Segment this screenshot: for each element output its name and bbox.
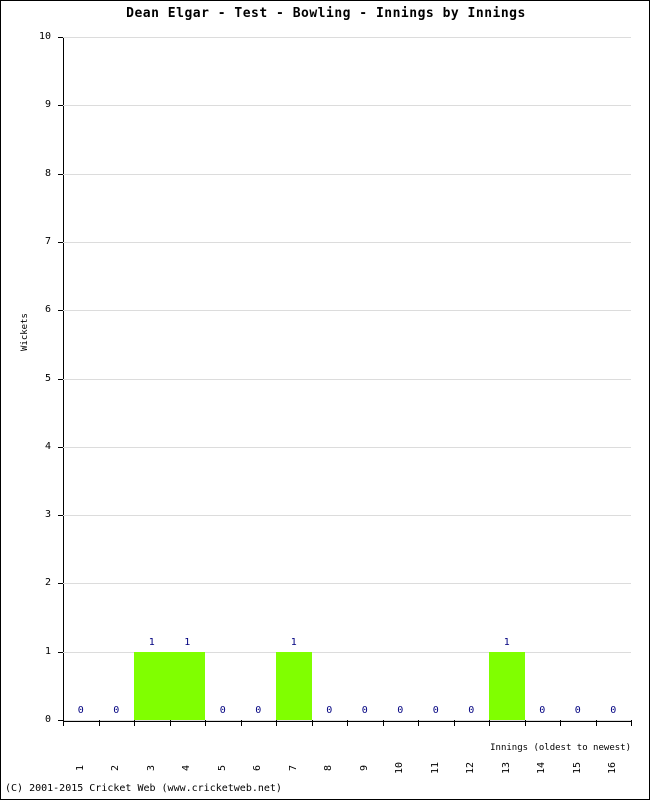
bar-cell[interactable]: 0 xyxy=(454,37,490,720)
x-axis-tick-label: 4 xyxy=(181,764,193,772)
x-axis-tick-mark xyxy=(311,720,313,726)
bar-value-label: 0 xyxy=(432,705,439,716)
footer-copyright: (C) 2001-2015 Cricket Web (www.cricketwe… xyxy=(5,783,282,794)
y-axis-tick-label: 5 xyxy=(44,372,51,384)
x-axis-tick-mark xyxy=(524,720,526,726)
x-axis-tick-label: 16 xyxy=(607,761,619,775)
x-axis-tick-label: 3 xyxy=(145,764,157,772)
y-axis-tick-label: 9 xyxy=(44,99,51,111)
x-axis-tick-mark xyxy=(63,720,64,726)
x-axis-tick-mark xyxy=(169,720,171,726)
x-axis-tick-label: 11 xyxy=(429,761,441,775)
bar-value-label: 0 xyxy=(574,705,581,716)
x-axis-tick-label: 12 xyxy=(465,761,477,775)
bar-value-label: 0 xyxy=(361,705,368,716)
bar-cell[interactable]: 0 xyxy=(347,37,383,720)
bar-value-label: 1 xyxy=(503,636,510,648)
bar-value-label: 0 xyxy=(219,705,226,716)
x-axis-tick-label: 9 xyxy=(358,764,370,772)
y-axis-tick-label: 6 xyxy=(44,304,51,316)
bar-cell[interactable]: 0 xyxy=(418,37,454,720)
bar-cell[interactable]: 1 xyxy=(276,37,312,720)
bar-cell[interactable]: 0 xyxy=(99,37,135,720)
y-axis-tick-label: 8 xyxy=(44,167,51,179)
y-axis-tick-label: 0 xyxy=(44,714,51,725)
x-axis-tick-label: 13 xyxy=(500,761,512,775)
y-axis-tick-label: 4 xyxy=(44,440,51,452)
x-axis-tick-label: 8 xyxy=(323,764,335,772)
x-axis-tick-mark xyxy=(453,720,455,726)
bar-cell[interactable]: 0 xyxy=(383,37,419,720)
bar-value-label: 0 xyxy=(326,705,333,716)
x-axis-tick-mark xyxy=(595,720,597,726)
bar-value-label: 0 xyxy=(255,705,262,716)
chart-page: Dean Elgar - Test - Bowling - Innings by… xyxy=(0,0,650,800)
y-axis-tick-label: 1 xyxy=(44,645,51,657)
x-axis-tick-mark xyxy=(560,720,561,726)
x-axis-tick-label: 5 xyxy=(216,764,228,772)
bar-cell[interactable]: 0 xyxy=(312,37,348,720)
x-axis-tick-mark xyxy=(205,720,206,726)
bar-value-label: 0 xyxy=(397,705,404,716)
bar-cell[interactable]: 1 xyxy=(169,37,205,720)
x-axis-tick-mark xyxy=(382,720,384,726)
bar-value-label: 1 xyxy=(184,636,191,648)
x-axis-tick-label: 2 xyxy=(110,764,122,772)
x-axis-tick-label: 7 xyxy=(287,764,299,772)
x-axis-title: Innings (oldest to newest) xyxy=(490,743,631,753)
bar-value-label: 1 xyxy=(290,636,297,648)
x-axis-tick-mark xyxy=(418,720,419,726)
plot-area: 0 1 2 3 4 5 6 7 8 9 10 0011001000001000 1234567891… xyxy=(39,32,632,774)
x-axis-tick-label: 14 xyxy=(536,761,548,775)
x-axis-tick-label: 15 xyxy=(571,761,583,775)
bar-cell[interactable]: 0 xyxy=(525,37,561,720)
x-axis-tick-mark xyxy=(134,720,135,726)
y-axis-tick-label: 10 xyxy=(38,31,51,42)
bar[interactable] xyxy=(169,651,205,720)
bar-cell[interactable]: 0 xyxy=(596,37,632,720)
x-axis-tick-label: 10 xyxy=(394,761,406,775)
x-axis-tick-mark xyxy=(489,720,490,726)
bar-value-label: 0 xyxy=(113,705,120,716)
y-axis-tick-label: 2 xyxy=(44,577,51,589)
bar-cell[interactable]: 0 xyxy=(241,37,277,720)
x-axis-tick-label: 1 xyxy=(74,764,86,772)
bar-cell[interactable]: 1 xyxy=(134,37,170,720)
bar[interactable] xyxy=(134,651,170,720)
y-axis-title: Wickets xyxy=(20,313,30,351)
x-axis-tick-mark xyxy=(98,720,100,726)
bar-value-label: 1 xyxy=(148,636,155,648)
bar[interactable] xyxy=(489,651,525,720)
x-axis-tick-mark xyxy=(240,720,242,726)
bar-value-label: 0 xyxy=(610,705,617,716)
page-title: Dean Elgar - Test - Bowling - Innings by… xyxy=(126,6,526,21)
bar-cell[interactable]: 0 xyxy=(63,37,99,720)
bar-cell[interactable]: 0 xyxy=(205,37,241,720)
bar-value-label: 0 xyxy=(468,705,475,716)
x-axis-tick-mark xyxy=(347,720,348,726)
bar-value-label: 0 xyxy=(539,705,546,716)
y-axis-tick-label: 3 xyxy=(44,509,51,521)
x-axis-tick-mark xyxy=(631,720,632,726)
bar[interactable] xyxy=(276,651,312,720)
x-axis-tick-label: 6 xyxy=(252,764,264,772)
bar-value-label: 0 xyxy=(77,705,84,716)
bar-cell[interactable]: 0 xyxy=(560,37,596,720)
x-axis-tick-mark xyxy=(276,720,277,726)
y-axis-tick-label: 7 xyxy=(44,235,51,247)
bar-cell[interactable]: 1 xyxy=(489,37,525,720)
